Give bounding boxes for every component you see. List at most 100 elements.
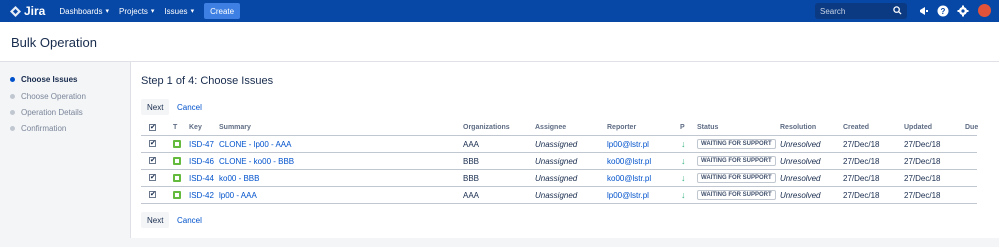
column-header-priority[interactable]: P [680,124,685,131]
issue-key[interactable]: ISD-42 [189,191,214,200]
row-checkbox[interactable]: ✔ [149,140,156,147]
issue-created: 27/Dec/18 [843,157,880,166]
column-header-summary[interactable]: Summary [219,124,251,131]
create-button[interactable]: Create [204,3,241,19]
issue-assignee: Unassigned [535,191,578,200]
row-checkbox[interactable]: ✔ [149,191,156,198]
issue-resolution: Unresolved [780,174,821,183]
issue-key[interactable]: ISD-47 [189,140,214,149]
page-footer [0,238,999,247]
step-indicator-icon [10,94,15,99]
column-header-organizations[interactable]: Organizations [463,124,510,131]
service-request-icon [173,191,181,199]
issue-created: 27/Dec/18 [843,140,880,149]
status-badge: WAITING FOR SUPPORT [697,173,776,183]
service-request-icon [173,157,181,165]
priority-low-icon: ↓ [681,139,686,149]
service-request-icon [173,140,181,148]
issue-key[interactable]: ISD-44 [189,174,214,183]
step-label: Choose Operation [21,92,86,101]
next-button-top[interactable]: Next [141,99,170,115]
table-row[interactable]: ✔ ISD-44 ko00 - BBB BBB Unassigned ko00@… [141,170,977,187]
cancel-link-bottom[interactable]: Cancel [177,216,202,225]
column-header-status[interactable]: Status [697,124,718,131]
step-indicator-icon [10,77,15,82]
cancel-link-top[interactable]: Cancel [177,103,202,112]
megaphone-icon[interactable] [918,5,930,17]
step-operation-details: Operation Details [10,108,83,117]
column-header-created[interactable]: Created [843,124,869,131]
issue-reporter[interactable]: ko00@lstr.pl [607,174,651,183]
jira-logo[interactable]: Jira [10,4,45,18]
column-header-key[interactable]: Key [189,124,202,131]
issue-reporter[interactable]: lp00@lstr.pl [607,191,649,200]
row-checkbox[interactable]: ✔ [149,157,156,164]
step-choose-issues[interactable]: Choose Issues [10,75,77,84]
nav-dashboards-label: Dashboards [59,6,103,16]
next-button-bottom[interactable]: Next [141,212,170,228]
priority-low-icon: ↓ [681,173,686,183]
column-header-resolution[interactable]: Resolution [780,124,816,131]
issue-updated: 27/Dec/18 [904,191,941,200]
issue-reporter[interactable]: ko00@lstr.pl [607,157,651,166]
step-label: Operation Details [21,108,83,117]
help-icon[interactable]: ? [937,5,949,17]
issue-created: 27/Dec/18 [843,191,880,200]
issue-assignee: Unassigned [535,157,578,166]
issue-assignee: Unassigned [535,174,578,183]
issue-updated: 27/Dec/18 [904,157,941,166]
step-confirmation: Confirmation [10,124,66,133]
step-indicator-icon [10,110,15,115]
chevron-down-icon: ▾ [150,8,155,15]
table-row[interactable]: ✔ ISD-46 CLONE - ko00 - BBB BBB Unassign… [141,153,977,170]
table-row[interactable]: ✔ ISD-47 CLONE - lp00 - AAA AAA Unassign… [141,136,977,153]
nav-projects-label: Projects [119,6,148,16]
column-header-reporter[interactable]: Reporter [607,124,636,131]
step-indicator-icon [10,126,15,131]
issue-key[interactable]: ISD-46 [189,157,214,166]
issue-created: 27/Dec/18 [843,174,880,183]
row-checkbox[interactable]: ✔ [149,174,156,181]
nav-dashboards[interactable]: Dashboards ▾ [59,7,109,16]
status-badge: WAITING FOR SUPPORT [697,156,776,166]
nav-issues-label: Issues [164,6,188,16]
table-row[interactable]: ✔ ISD-42 lp00 - AAA AAA Unassigned lp00@… [141,187,977,204]
step-label: Confirmation [21,124,67,133]
step-label: Choose Issues [21,75,78,84]
select-all-checkbox[interactable]: ✔ [149,124,156,131]
search-input[interactable]: Search [815,3,907,19]
chevron-down-icon: ▾ [105,8,110,15]
issue-summary[interactable]: CLONE - lp00 - AAA [219,140,291,149]
status-badge: WAITING FOR SUPPORT [697,190,776,200]
priority-low-icon: ↓ [681,190,686,200]
column-header-assignee[interactable]: Assignee [535,124,566,131]
issue-organizations: BBB [463,174,480,183]
issue-resolution: Unresolved [780,157,821,166]
issue-organizations: BBB [463,157,480,166]
steps-sidebar: Choose Issues Choose Operation Operation… [0,62,131,238]
status-badge: WAITING FOR SUPPORT [697,139,776,149]
issue-summary[interactable]: lp00 - AAA [219,191,257,200]
step-choose-operation: Choose Operation [10,92,86,101]
nav-issues[interactable]: Issues ▾ [164,7,194,16]
issue-organizations: AAA [463,191,480,200]
column-header-updated[interactable]: Updated [904,124,932,131]
priority-low-icon: ↓ [681,156,686,166]
issue-assignee: Unassigned [535,140,578,149]
column-header-type: T [173,124,178,131]
issue-resolution: Unresolved [780,191,821,200]
top-navigation-bar: Jira Dashboards ▾ Projects ▾ Issues ▾ Cr… [0,0,999,22]
service-request-icon [173,174,181,182]
page-title: Bulk Operation [11,35,97,50]
gear-icon[interactable] [957,5,969,17]
issue-resolution: Unresolved [780,140,821,149]
column-header-due[interactable]: Due [965,124,978,131]
step-heading: Step 1 of 4: Choose Issues [141,75,274,87]
user-avatar[interactable] [978,4,991,17]
issue-reporter[interactable]: lp00@lstr.pl [607,140,649,149]
issue-summary[interactable]: ko00 - BBB [219,174,259,183]
issue-summary[interactable]: CLONE - ko00 - BBB [219,157,294,166]
search-icon [893,6,902,15]
nav-projects[interactable]: Projects ▾ [119,7,154,16]
issue-updated: 27/Dec/18 [904,140,941,149]
